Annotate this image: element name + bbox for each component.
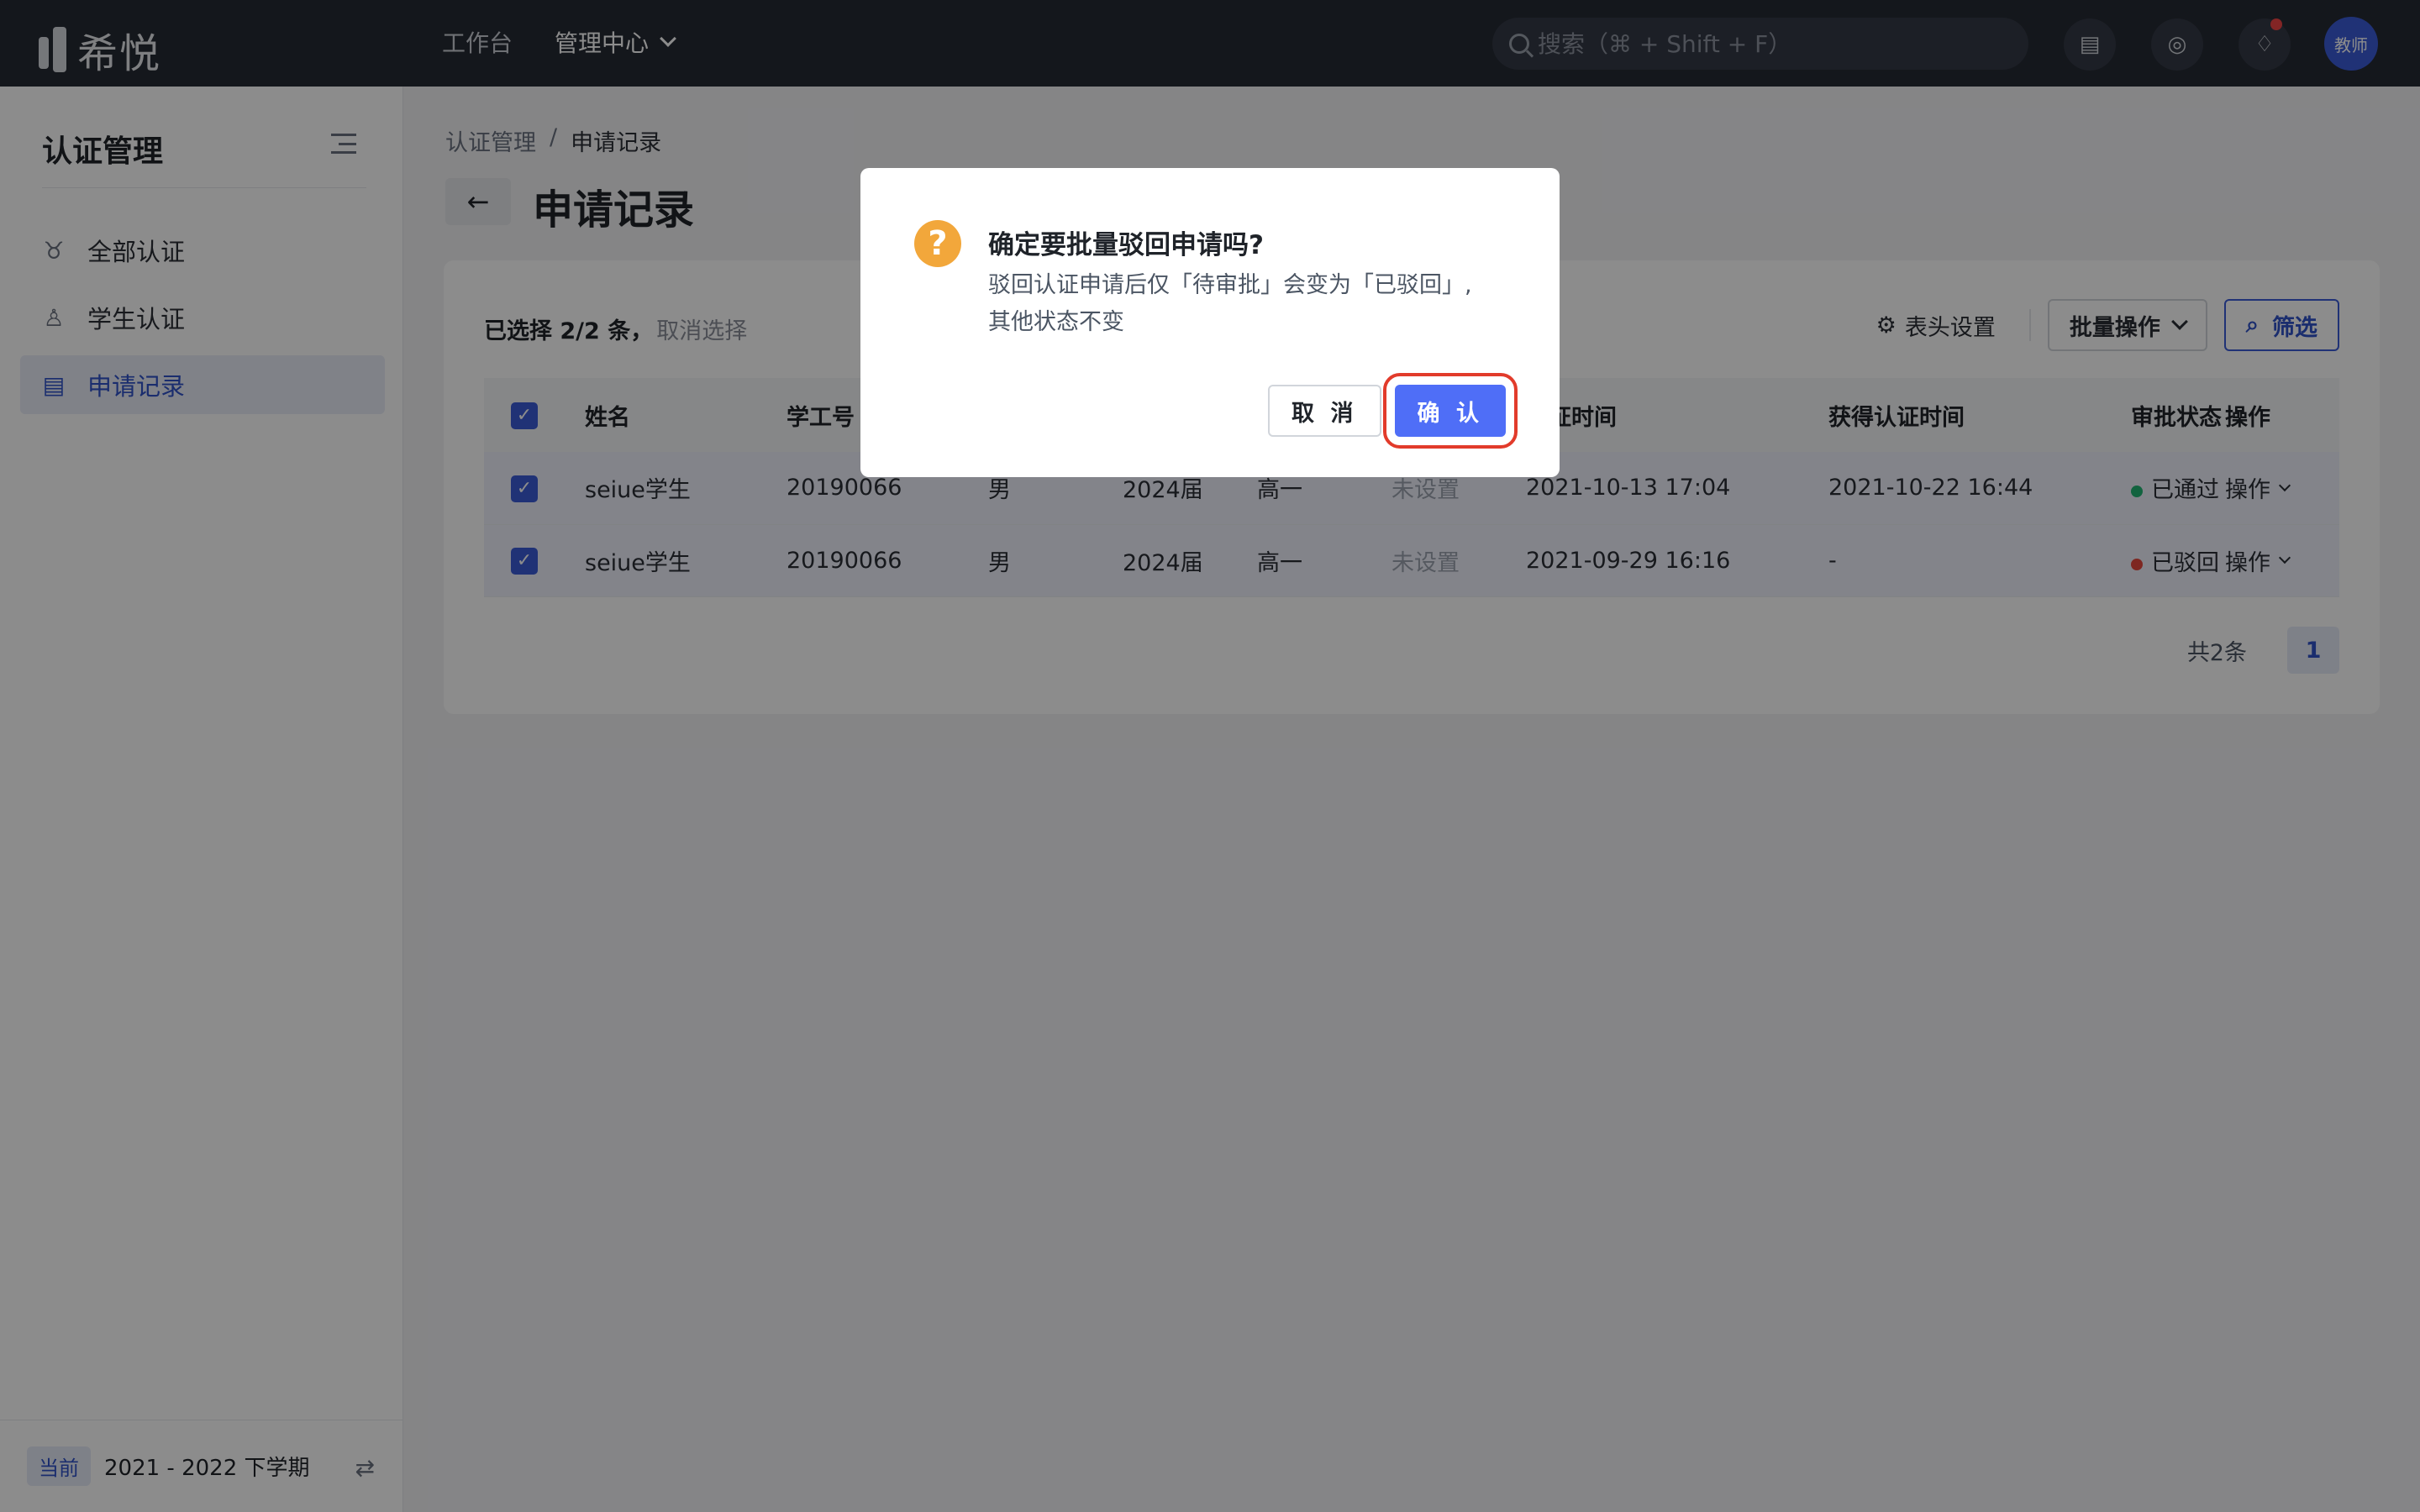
cancel-button[interactable]: 取 消: [1267, 385, 1382, 437]
question-icon: ?: [914, 220, 961, 267]
confirm-dialog: ? 确定要批量驳回申请吗? 驳回认证申请后仅「待审批」会变为「已驳回」, 其他状…: [860, 168, 1560, 477]
dialog-body-line2: 其他状态不变: [988, 309, 1124, 335]
dialog-actions: 取 消 确 认: [1267, 373, 1518, 449]
dialog-body-line1: 驳回认证申请后仅「待审批」会变为「已驳回」,: [988, 272, 1472, 298]
confirm-button[interactable]: 确 认: [1383, 373, 1518, 449]
dialog-title: 确定要批量驳回申请吗?: [988, 230, 1264, 260]
dialog-body: 驳回认证申请后仅「待审批」会变为「已驳回」, 其他状态不变: [988, 267, 1526, 341]
